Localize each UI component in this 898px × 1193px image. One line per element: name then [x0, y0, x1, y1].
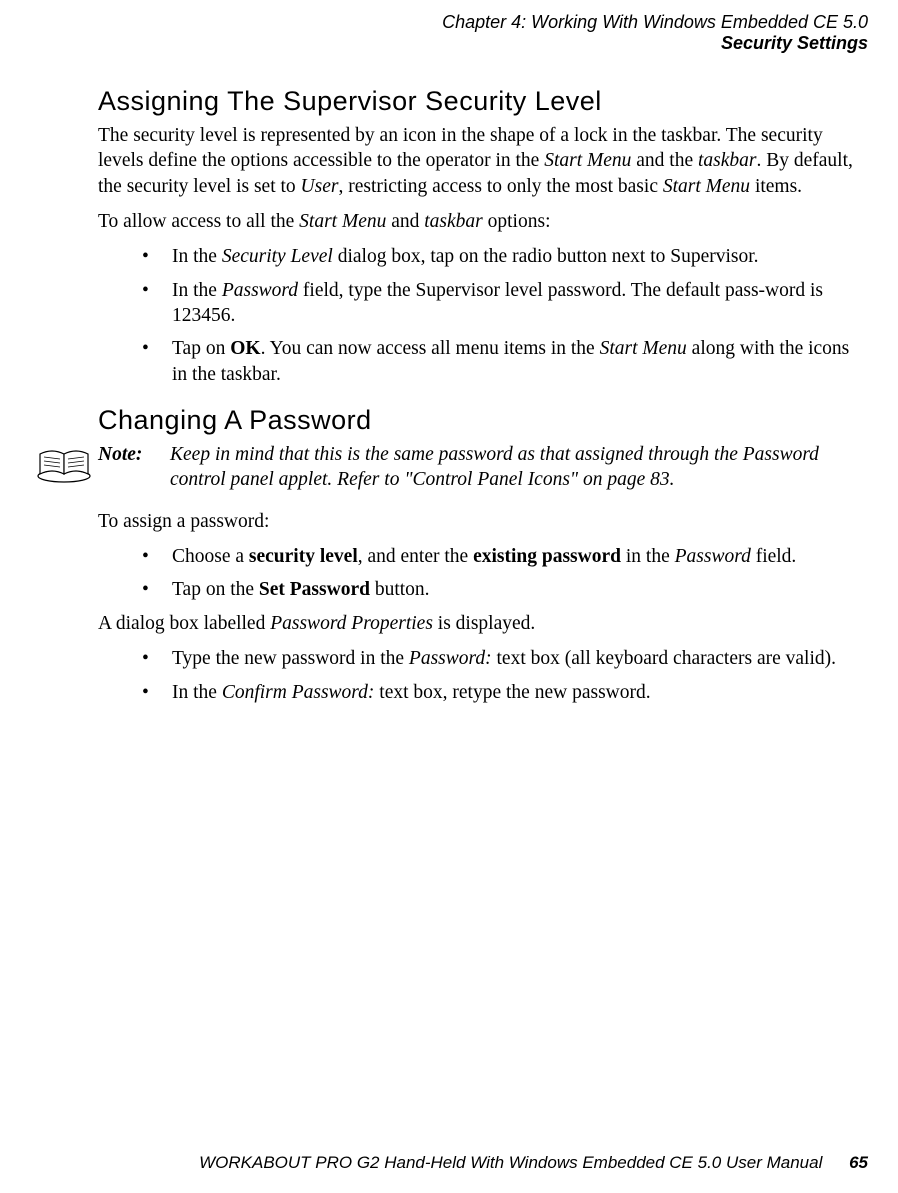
text: button.: [370, 579, 430, 600]
para-dialog-displayed: A dialog box labelled Password Propertie…: [98, 611, 868, 636]
text-italic: Start Menu: [544, 150, 631, 171]
list-3: Type the new password in the Password: t…: [98, 646, 868, 705]
heading-changing: Changing A Password: [98, 405, 868, 436]
text: dialog box, tap on the radio button next…: [333, 246, 759, 267]
text: Choose a: [172, 546, 249, 567]
text: and: [386, 211, 424, 232]
text: In the: [172, 682, 222, 703]
text-italic: Password: [222, 280, 298, 301]
text: Type the new password in the: [172, 648, 409, 669]
text-bold: existing password: [473, 546, 621, 567]
page-footer: WORKABOUT PRO G2 Hand-Held With Windows …: [199, 1153, 868, 1173]
list-item: Tap on OK. You can now access all menu i…: [98, 336, 868, 387]
manual-title: WORKABOUT PRO G2 Hand-Held With Windows …: [199, 1153, 822, 1172]
list-1: In the Security Level dialog box, tap on…: [98, 244, 868, 387]
para-security-level: The security level is represented by an …: [98, 123, 868, 199]
text: , and enter the: [358, 546, 473, 567]
page-number: 65: [849, 1153, 868, 1172]
list-item: Choose a security level, and enter the e…: [98, 544, 868, 569]
chapter-line: Chapter 4: Working With Windows Embedded…: [442, 12, 868, 33]
list-item: In the Security Level dialog box, tap on…: [98, 244, 868, 269]
text: A dialog box labelled: [98, 613, 270, 634]
list-item: In the Confirm Password: text box, retyp…: [98, 680, 868, 705]
page-header: Chapter 4: Working With Windows Embedded…: [442, 12, 868, 54]
text-italic: Security Level: [222, 246, 333, 267]
text: field.: [751, 546, 796, 567]
text: text box, retype the new password.: [374, 682, 650, 703]
list-item: Tap on the Set Password button.: [98, 577, 868, 602]
text: is displayed.: [433, 613, 535, 634]
text-italic: User: [301, 176, 339, 197]
text-bold: OK: [230, 338, 260, 359]
text: options:: [483, 211, 551, 232]
note-body: Keep in mind that this is the same passw…: [170, 442, 862, 493]
para-allow-access: To allow access to all the Start Menu an…: [98, 209, 868, 234]
text-italic: Password Properties: [270, 613, 433, 634]
text-italic: Start Menu: [299, 211, 386, 232]
note-text: Note:Keep in mind that this is the same …: [98, 442, 868, 493]
text-italic: Confirm Password:: [222, 682, 375, 703]
text: In the: [172, 280, 222, 301]
text: items.: [750, 176, 802, 197]
text: text box (all keyboard characters are va…: [492, 648, 836, 669]
text-italic: Password: [675, 546, 751, 567]
text: To allow access to all the: [98, 211, 299, 232]
list-item: Type the new password in the Password: t…: [98, 646, 868, 671]
text: , restricting access to only the most ba…: [338, 176, 662, 197]
text-italic: Start Menu: [663, 176, 750, 197]
list-item: In the Password field, type the Supervis…: [98, 278, 868, 329]
text-italic: taskbar: [424, 211, 483, 232]
text: . You can now access all menu items in t…: [261, 338, 600, 359]
section-changing-password: Changing A Password Note:Keep in mind th…: [98, 405, 868, 705]
page-content: Assigning The Supervisor Security Level …: [98, 86, 868, 713]
text: Tap on the: [172, 579, 259, 600]
para-assign-password: To assign a password:: [98, 509, 868, 534]
book-icon: [36, 444, 92, 484]
text-bold: security level: [249, 546, 358, 567]
text-italic: Start Menu: [600, 338, 687, 359]
section-line: Security Settings: [442, 33, 868, 54]
text: and the: [631, 150, 698, 171]
text-italic: Password:: [409, 648, 492, 669]
list-2: Choose a security level, and enter the e…: [98, 544, 868, 603]
heading-assigning: Assigning The Supervisor Security Level: [98, 86, 868, 117]
text-italic: taskbar: [698, 150, 757, 171]
note-block: Note:Keep in mind that this is the same …: [36, 442, 868, 493]
text-bold: Set Password: [259, 579, 370, 600]
text: in the: [621, 546, 675, 567]
text: Tap on: [172, 338, 230, 359]
text: In the: [172, 246, 222, 267]
note-label: Note:: [98, 442, 170, 467]
